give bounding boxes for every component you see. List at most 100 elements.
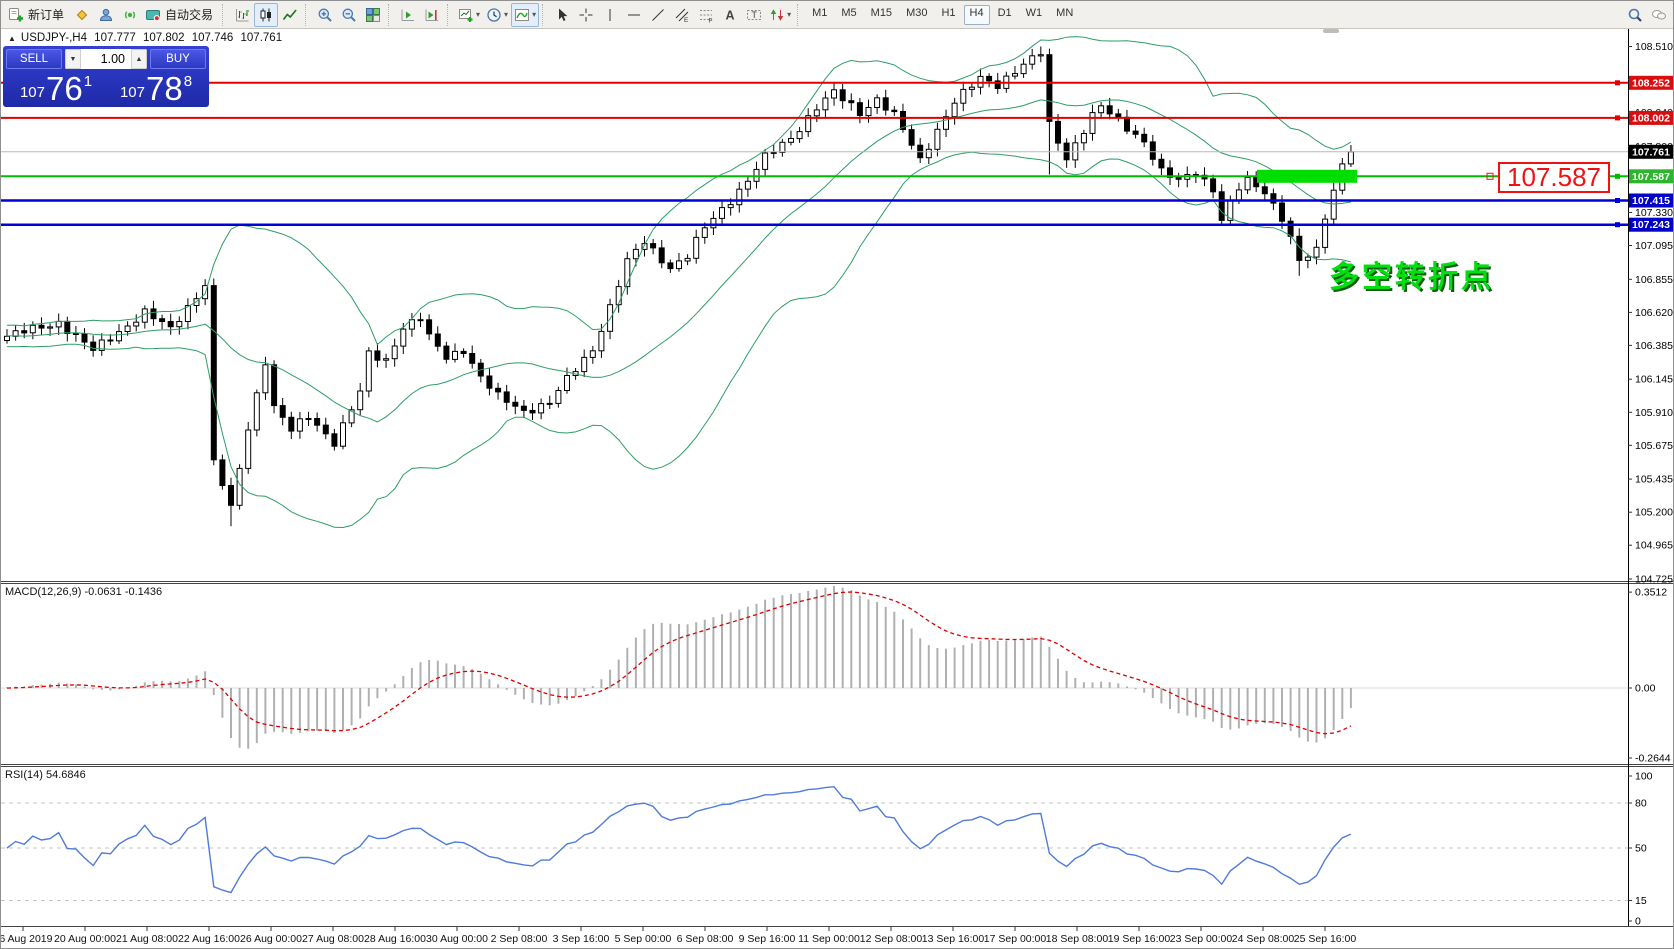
svg-text:107.415: 107.415 [1632,195,1670,207]
text-button[interactable]: A [718,3,742,27]
line-anchor-marker[interactable] [1615,222,1620,228]
buy-price-point: 8 [183,73,193,90]
svg-text:107.330: 107.330 [1635,207,1673,219]
green-highlight-zone[interactable] [1257,169,1357,183]
svg-text:26 Aug 00:00: 26 Aug 00:00 [240,933,302,945]
crosshair-button[interactable] [574,3,598,27]
svg-text:106.385: 106.385 [1635,340,1673,352]
indicators-button[interactable]: ▾ [511,2,540,27]
data-window-icon [100,8,113,21]
svg-text:108.510: 108.510 [1635,41,1673,53]
svg-text:13 Sep 16:00: 13 Sep 16:00 [922,933,985,945]
volume-input[interactable] [81,49,131,69]
periods-button[interactable]: ▾ [483,3,511,27]
svg-text:108.252: 108.252 [1632,77,1670,89]
signals-button[interactable] [118,3,142,27]
market-watch-button[interactable] [70,3,94,27]
price-text-label[interactable]: 107.587 [1498,162,1610,193]
svg-text:3 Sep 16:00: 3 Sep 16:00 [553,933,610,945]
line-anchor-marker[interactable] [1615,173,1620,179]
buy-button[interactable]: BUY [150,49,206,69]
search-icon [1628,8,1642,22]
macd-indicator-label: MACD(12,26,9) -0.0631 -0.1436 [5,586,163,598]
svg-text:E: E [684,17,689,23]
volume-increase-button[interactable]: ▲ [131,49,147,69]
auto-trading-button[interactable]: 自动交易 [142,3,219,27]
arrows-button[interactable]: ▾ [766,3,794,27]
svg-text:106.620: 106.620 [1635,307,1673,319]
timeframe-h4[interactable]: H4 [963,4,990,25]
periods-icon [487,7,501,22]
buy-price-pips: 78 [145,70,183,107]
collapse-panel-icon[interactable]: ▲ [8,34,16,43]
auto-scroll-button[interactable] [396,3,420,27]
chart-ohlc-header: ▲ USDJPY-,H4 107.777 107.802 107.746 107.… [8,32,286,44]
chart-canvas[interactable]: 108.510108.275108.040107.800107.565107.3… [1,1,1674,949]
vertical-line-button[interactable] [598,3,622,27]
horizontal-line-button[interactable] [622,3,646,27]
fibonacci-button[interactable]: F [694,3,718,27]
svg-text:27 Aug 08:00: 27 Aug 08:00 [302,933,364,945]
toolbar-separator [797,3,802,26]
vline-icon [609,8,611,21]
zoom-in-icon [318,8,332,22]
timeframe-w1[interactable]: W1 [1020,5,1049,25]
svg-text:108.002: 108.002 [1632,112,1670,124]
bar-chart-button[interactable] [230,3,254,27]
svg-text:107.761: 107.761 [1632,146,1670,158]
hline-icon [628,14,641,15]
timeframe-m5[interactable]: M5 [835,5,862,25]
text-label-button[interactable]: T [742,3,766,27]
timeframe-h1[interactable]: H1 [935,5,961,25]
svg-text:F: F [709,17,713,23]
chart-scrollbar-thumb[interactable] [1323,29,1339,33]
candlestick-chart-button[interactable] [254,2,279,27]
equidistant-channel-button[interactable]: E [670,3,694,27]
market-watch-icon [76,9,88,20]
sell-price-point: 1 [83,73,93,90]
chinese-note-label[interactable]: 多空转折点 [1329,252,1494,296]
chat-button[interactable] [1647,3,1671,27]
svg-text:16 Aug 2019: 16 Aug 2019 [1,933,53,945]
svg-text:0: 0 [1635,916,1641,928]
cursor-icon [559,8,568,21]
timeframe-d1[interactable]: D1 [992,5,1018,25]
svg-text:17 Sep 00:00: 17 Sep 00:00 [984,933,1047,945]
new-order-button-label: 新订单 [28,8,65,22]
auto-trading-button-label: 自动交易 [165,8,214,22]
tile-windows-button[interactable] [361,3,385,27]
trendline-button[interactable] [646,3,670,27]
toolbar-separator [542,3,547,26]
svg-text:105.910: 105.910 [1635,407,1673,419]
autotrade-icon [146,9,161,21]
dropdown-arrow-icon: ▾ [532,10,537,19]
cursor-button[interactable] [550,3,574,27]
line-anchor-marker[interactable] [1615,115,1620,121]
buy-price[interactable]: 107 78 8 [106,71,206,105]
signals-icon [124,10,136,19]
svg-text:T: T [752,10,758,20]
dropdown-arrow-icon: ▾ [787,10,792,19]
sell-price[interactable]: 107 76 1 [6,71,106,105]
svg-text:107.587: 107.587 [1632,171,1670,183]
new-order-button[interactable]: 新订单 [5,3,70,27]
chart-shift-button[interactable] [420,3,444,27]
timeframe-m30[interactable]: M30 [900,5,933,25]
timeframe-m15[interactable]: M15 [865,5,898,25]
zoom-out-button[interactable] [337,3,361,27]
sell-button[interactable]: SELL [6,49,62,69]
text-icon: A [726,8,735,22]
zoom-in-button[interactable] [313,3,337,27]
search-button[interactable] [1623,3,1647,27]
volume-decrease-button[interactable]: ▼ [65,49,81,69]
line-anchor-marker[interactable] [1615,198,1620,203]
new-chart-button[interactable]: ▾ [455,3,483,27]
data-window-button[interactable] [94,3,118,27]
line-chart-button[interactable] [278,3,302,27]
timeframe-mn[interactable]: MN [1050,5,1079,25]
timeframe-m1[interactable]: M1 [806,5,833,25]
svg-text:12 Sep 08:00: 12 Sep 08:00 [860,933,923,945]
chat-icon [1652,9,1666,19]
line-anchor-marker[interactable] [1615,80,1620,86]
svg-text:30 Aug 00:00: 30 Aug 00:00 [426,933,488,945]
